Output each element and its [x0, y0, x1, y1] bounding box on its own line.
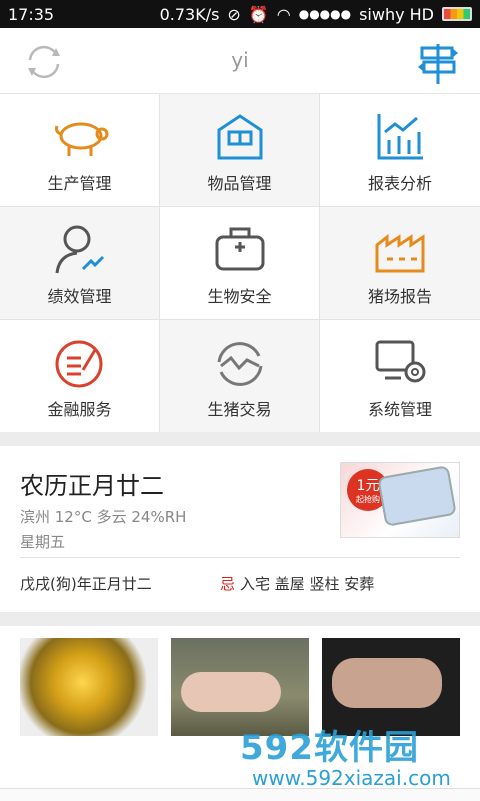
module-production[interactable]: 生产管理 — [0, 94, 160, 207]
module-label: 报表分析 — [367, 174, 432, 193]
module-label: 金融服务 — [47, 400, 112, 419]
module-finance[interactable]: 金融服务 — [0, 320, 160, 432]
signal-dots: ●●●●● — [298, 7, 352, 21]
divider — [20, 557, 460, 558]
lunar-date: 农历正月廿二 — [20, 472, 164, 500]
pig-icon — [54, 122, 108, 156]
phone-image — [377, 465, 457, 527]
module-farm-report[interactable]: 猪场报告 — [320, 207, 480, 320]
pig-shape — [332, 658, 442, 708]
module-label: 生猪交易 — [207, 400, 272, 419]
chart-icon — [377, 114, 423, 160]
signpost-icon[interactable] — [414, 40, 462, 88]
medical-kit-icon — [215, 227, 264, 271]
factory-icon — [375, 233, 425, 273]
carrier-name: siwhy HD — [359, 4, 434, 24]
avoid-label: 忌 — [220, 575, 236, 593]
network-speed: 0.73K/s — [159, 4, 220, 24]
finance-icon — [55, 340, 102, 388]
module-label: 物品管理 — [207, 174, 272, 193]
settings-screen-icon — [375, 340, 426, 383]
top-bar: yi — [0, 28, 480, 94]
module-biosecurity[interactable]: 生物安全 — [160, 207, 320, 320]
alarm-icon: ⏰ — [248, 4, 269, 24]
user-performance-icon — [55, 225, 104, 274]
avoid-items: 入宅 盖屋 竖柱 安葬 — [240, 575, 375, 593]
section-separator — [0, 612, 480, 626]
ganzhi-date: 戊戌(狗)年正月廿二 — [20, 575, 152, 593]
module-label: 系统管理 — [367, 400, 432, 419]
battery-icon — [442, 7, 472, 21]
status-bar: 17:35 0.73K/s ⊘ ⏰ ◠ ●●●●● siwhy HD — [0, 0, 480, 28]
module-label: 猪场报告 — [367, 287, 432, 306]
watermark-brand: 592软件园 — [240, 728, 419, 768]
calendar-card[interactable]: 农历正月廿二 滨州 12°C 多云 24%RH 星期五 1元 起抢购 戊戌(狗)… — [0, 446, 480, 612]
module-items[interactable]: 物品管理 — [160, 94, 320, 207]
bottom-tab-bar[interactable] — [0, 788, 480, 801]
status-time: 17:35 — [8, 4, 55, 24]
pig-shape — [181, 672, 281, 712]
status-right: 0.73K/s ⊘ ⏰ ◠ ●●●●● siwhy HD — [160, 5, 472, 24]
wifi-icon: ◠ — [276, 4, 291, 24]
mute-icon: ⊘ — [227, 4, 241, 24]
module-reports[interactable]: 报表分析 — [320, 94, 480, 207]
section-separator — [0, 432, 480, 446]
module-label: 生产管理 — [47, 174, 112, 193]
weekday-text: 星期五 — [20, 533, 66, 551]
watermark-url: www.592xiazai.com — [252, 766, 451, 790]
trade-icon — [217, 342, 262, 386]
module-label: 绩效管理 — [47, 287, 112, 306]
module-label: 生物安全 — [207, 287, 272, 306]
module-grid: 生产管理 物品管理 报表分析 绩效管理 生物安全 猪场报告 金融服务 生猪交易 … — [0, 94, 480, 432]
module-pig-trade[interactable]: 生猪交易 — [160, 320, 320, 432]
gold-piggy-image[interactable] — [20, 638, 158, 736]
warehouse-icon — [217, 114, 262, 160]
promo-banner[interactable]: 1元 起抢购 — [340, 462, 460, 538]
module-system[interactable]: 系统管理 — [320, 320, 480, 432]
weather-text: 滨州 12°C 多云 24%RH — [20, 508, 187, 526]
page-title: yi — [231, 48, 249, 72]
module-performance[interactable]: 绩效管理 — [0, 207, 160, 320]
